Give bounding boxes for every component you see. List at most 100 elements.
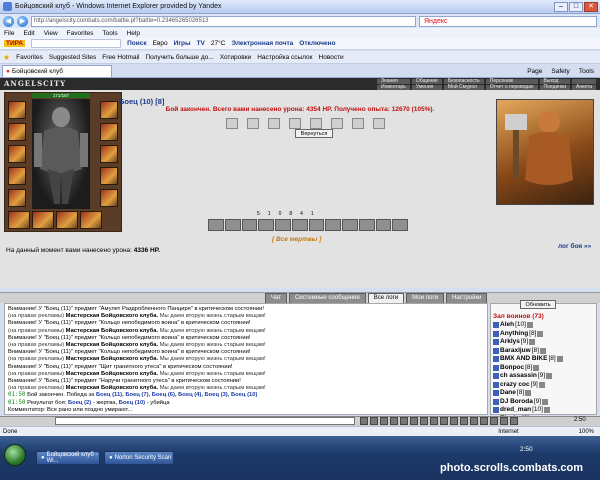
tab-combats[interactable]: ● Бойцовский клуб	[2, 65, 112, 77]
forward-arrow-icon[interactable]: ▶	[17, 15, 28, 27]
tray-clock[interactable]: 2:50	[520, 446, 533, 453]
action-icon[interactable]	[258, 219, 274, 231]
user-name[interactable]: ch assassin	[500, 372, 537, 381]
action-icon[interactable]	[308, 219, 325, 231]
user-row[interactable]: Dane [8]	[493, 389, 595, 398]
action-icon[interactable]	[392, 219, 408, 231]
toolbar-weather[interactable]: 27°C	[211, 40, 226, 47]
boots-slot[interactable]	[100, 189, 118, 207]
chat-tool-icon[interactable]	[400, 417, 408, 425]
action-icon[interactable]	[342, 219, 358, 231]
pants-slot[interactable]	[100, 167, 118, 185]
user-name[interactable]: dred_man	[500, 406, 531, 415]
safety-menu[interactable]: Safety	[551, 68, 569, 75]
fav-item[interactable]: Новости	[319, 54, 344, 61]
user-name[interactable]: crazy coc	[500, 381, 530, 390]
chat-tool-icon[interactable]	[390, 417, 398, 425]
user-name[interactable]: Aleh	[500, 321, 514, 330]
menu-tools[interactable]: Tools	[102, 30, 117, 37]
menu-view[interactable]: View	[44, 30, 58, 37]
toolbar-mail[interactable]: Электронная почта	[231, 40, 293, 47]
back-arrow-icon[interactable]: ◀	[3, 15, 14, 27]
chat-tool-icon[interactable]	[370, 417, 378, 425]
tools-menu[interactable]: Tools	[579, 68, 594, 75]
menu-file[interactable]: File	[4, 30, 14, 37]
info-icon[interactable]	[543, 407, 550, 414]
chat-tool-icon[interactable]	[500, 417, 508, 425]
fav-item[interactable]: Получить больше до...	[145, 54, 213, 61]
user-row[interactable]: Arklys [9]	[493, 338, 595, 347]
ring-slot[interactable]	[32, 211, 54, 229]
fav-item[interactable]: Suggested Sites	[49, 54, 96, 61]
battle-log-link[interactable]: лог боя »»	[558, 243, 591, 250]
address-bar[interactable]: http://angelscity.combats.com/battle.pl?…	[31, 15, 416, 27]
user-name[interactable]: Baraxljuw	[500, 347, 531, 356]
chat-tool-icon[interactable]	[460, 417, 468, 425]
action-icon[interactable]	[224, 219, 241, 231]
favorites-button[interactable]: Favorites	[16, 54, 43, 61]
user-row[interactable]: ch assassin [9]	[493, 372, 595, 381]
weapon-slot[interactable]	[8, 145, 26, 163]
info-icon[interactable]	[538, 381, 545, 388]
fav-item[interactable]: Free Hotmail	[102, 54, 139, 61]
gloves-slot[interactable]	[100, 123, 118, 141]
toolbar-rate[interactable]: Евро	[153, 40, 168, 47]
chat-tool-icon[interactable]	[360, 417, 368, 425]
action-icon[interactable]	[291, 219, 308, 231]
menu-edit[interactable]: Edit	[23, 30, 34, 37]
helmet-slot[interactable]	[8, 101, 26, 119]
favorites-star-icon[interactable]: ★	[3, 53, 10, 62]
page-menu[interactable]: Page	[527, 68, 542, 75]
chat-tool-icon[interactable]	[410, 417, 418, 425]
info-icon[interactable]	[556, 356, 563, 363]
info-icon[interactable]	[539, 347, 546, 354]
info-icon[interactable]	[537, 330, 544, 337]
user-row[interactable]: Baraxljuw [8]	[493, 347, 595, 356]
chat-tool-icon[interactable]	[420, 417, 428, 425]
user-name[interactable]: Dane	[500, 389, 516, 398]
taskbar-item-ie[interactable]: ● Бойцовский клуб - Wi...	[36, 451, 100, 465]
user-row[interactable]: Anything [8]	[493, 330, 595, 339]
chat-tool-icon[interactable]	[490, 417, 498, 425]
ring-slot[interactable]	[8, 211, 30, 229]
toolbar-games[interactable]: Игры	[174, 40, 191, 47]
toolbar-disabled[interactable]: Отключено	[299, 40, 335, 47]
menu-favorites[interactable]: Favorites	[67, 30, 94, 37]
menu-help[interactable]: Help	[127, 30, 140, 37]
info-icon[interactable]	[546, 373, 553, 380]
action-icon[interactable]	[375, 219, 392, 231]
amulet-slot[interactable]	[8, 123, 26, 141]
action-icon[interactable]	[358, 219, 375, 231]
return-button[interactable]: Вернуться	[295, 129, 333, 138]
info-icon[interactable]	[525, 390, 532, 397]
zoom-level[interactable]: 100%	[579, 429, 594, 435]
chat-tool-icon[interactable]	[510, 417, 518, 425]
action-icon[interactable]	[325, 219, 341, 231]
ring-slot[interactable]	[56, 211, 78, 229]
user-row[interactable]: Aleh [10]	[493, 321, 595, 330]
action-icon[interactable]	[275, 219, 291, 231]
chat-tool-icon[interactable]	[470, 417, 478, 425]
user-row[interactable]: dred_man [10]	[493, 406, 595, 415]
earring-slot[interactable]	[100, 101, 118, 119]
action-icon[interactable]	[208, 219, 224, 231]
maximize-button[interactable]: □	[569, 1, 583, 12]
fav-item[interactable]: Хотировки	[220, 54, 252, 61]
user-name[interactable]: BMX AND BIKE	[500, 355, 547, 364]
shield-slot[interactable]	[100, 145, 118, 163]
user-row[interactable]: crazy coc [9]	[493, 381, 595, 390]
armor-slot[interactable]	[8, 167, 26, 185]
chat-input[interactable]	[55, 417, 355, 425]
fav-item[interactable]: Настройка ссылок	[257, 54, 312, 61]
info-icon[interactable]	[529, 339, 536, 346]
info-icon[interactable]	[533, 364, 540, 371]
chat-tool-icon[interactable]	[430, 417, 438, 425]
minimize-button[interactable]: –	[554, 1, 568, 12]
user-name[interactable]: Вопрос	[500, 364, 524, 373]
rune-slot[interactable]	[80, 211, 102, 229]
action-icon[interactable]	[241, 219, 258, 231]
toolbar-tv[interactable]: TV	[197, 40, 205, 47]
user-name[interactable]: Anything	[500, 330, 528, 339]
toolbar-search-input[interactable]	[31, 39, 122, 48]
user-name[interactable]: Arklys	[500, 338, 520, 347]
